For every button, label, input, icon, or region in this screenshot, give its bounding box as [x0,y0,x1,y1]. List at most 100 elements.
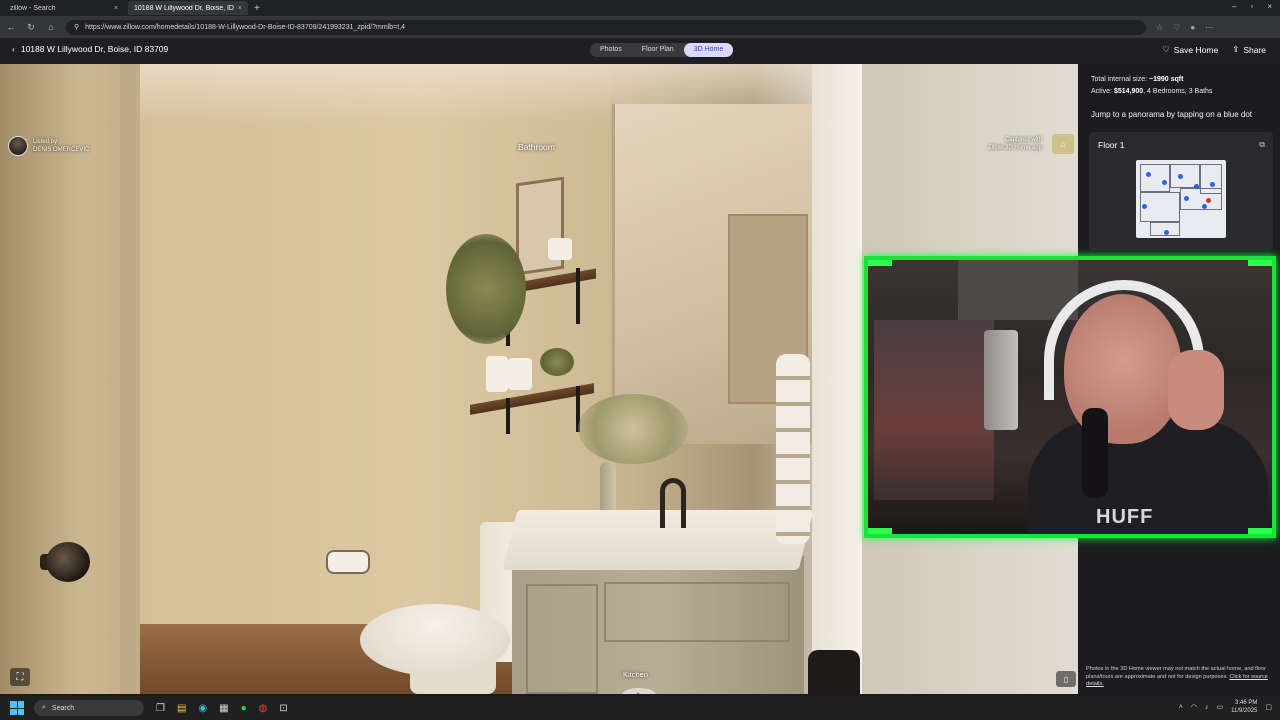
chrome-icon[interactable]: ◍ [259,703,268,714]
listing-agent[interactable]: Listed by DENIS OMERCEVIC [8,136,89,156]
hotspot-label-kitchen: Kitchen [623,670,649,679]
floor-plan-minimap[interactable] [1136,160,1226,238]
chevron-left-icon: ‹ [12,44,15,54]
panorama-dot[interactable] [1202,204,1207,209]
spotify-icon[interactable]: ● [241,703,247,714]
clock[interactable]: 3:46 PM 11/9/2025 [1231,699,1257,715]
back-arrow-icon[interactable]: ← [6,22,16,32]
wall-art [516,176,564,276]
site-info-icon[interactable]: ⚲ [74,23,79,31]
storage-jar [486,356,508,392]
candle-jar [548,238,572,260]
panorama-dot[interactable] [1146,172,1151,177]
tray-chevron-icon[interactable]: ˄ [1179,704,1183,711]
floor-title: Floor 1 [1098,140,1125,150]
pinned-apps: ❐ ▤ ◉ ▦ ● ◍ ⊡ [156,703,288,714]
tab-3d-home[interactable]: 3D Home [683,43,734,57]
browser-tab-listing[interactable]: 10188 W Lillywood Dr, Boise, ID 8... × [128,1,248,15]
home-icon[interactable]: ⌂ [46,22,56,32]
browser-tab-zillow-search[interactable]: zillow - Search × [4,1,124,15]
disclaimer: Photos in the 3D Home viewer may not mat… [1086,666,1274,689]
file-explorer-icon[interactable]: ▤ [177,703,186,714]
frame-corner [868,528,892,534]
close-window-icon[interactable]: × [1267,2,1272,11]
maximize-icon[interactable]: ▫ [1250,2,1253,11]
captured-app-name: Zillow 3D Home app [988,145,1043,151]
open-external-icon[interactable]: ⧉ [1259,140,1265,150]
frame-corner [1248,528,1272,534]
save-home-button[interactable]: ♡ Save Home [1162,44,1218,55]
shirt-text: HUFF [1096,506,1154,528]
total-size-label: Total internal size: [1091,76,1148,83]
taskbar-search[interactable]: ⌕ Search [34,700,144,716]
fullscreen-icon[interactable]: ⛶ [10,668,30,686]
vase [600,462,616,516]
light-switch-plate [808,650,860,694]
system-tray: ˄ ◠ ♪ ▭ 3:46 PM 11/9/2025 ▢ [1179,699,1272,715]
total-size-value: ~1990 sqft [1148,76,1184,83]
windows-start-icon[interactable] [10,701,24,715]
task-view-icon[interactable]: ❐ [156,703,165,714]
notifications-icon[interactable]: ▢ [1265,703,1272,711]
door-frame [812,64,862,694]
url-text: https://www.zillow.com/homedetails/10188… [85,23,406,31]
door-edge [120,64,136,694]
profile-icon[interactable]: ● [1190,23,1195,32]
webcam-overlay: HUFF [864,256,1276,538]
share-label: Share [1243,44,1266,55]
panorama-dot[interactable] [1194,184,1199,189]
microphone [1082,408,1108,498]
fp-room [1140,164,1170,192]
volume-icon[interactable]: ♪ [1205,704,1209,711]
tab-title: zillow - Search [10,4,56,12]
hand-towel [776,354,810,544]
vanity-drawer [604,582,790,642]
tab-floor-plan[interactable]: Floor Plan [632,43,684,57]
toilet-seat [360,604,510,676]
favorites-icon[interactable]: ♡ [1173,23,1180,32]
tab-title: 10188 W Lillywood Dr, Boise, ID 8... [134,4,234,12]
storage-jar [508,358,532,390]
heart-icon: ♡ [1162,44,1170,54]
listing-address: 10188 W Lillywood Dr, Boise, ID 83709 [20,44,169,54]
floor-map-card[interactable]: Floor 1 ⧉ [1089,132,1273,250]
back-to-listing-button[interactable]: ‹ 10188 W Lillywood Dr, Boise, ID 83709 [12,44,168,54]
hanging-plant [446,234,526,344]
store-icon[interactable]: ▦ [219,703,228,714]
panorama-instructions: Jump to a panorama by tapping on a blue … [1091,110,1252,119]
bathroom-door [0,64,140,694]
panorama-dot[interactable] [1184,196,1189,201]
tab-photos[interactable]: Photos [590,43,632,57]
shelf-bracket [506,398,510,434]
close-tab-icon[interactable]: × [114,5,118,12]
price: $514,900 [1113,88,1144,95]
new-tab-button[interactable]: + [254,3,260,14]
battery-icon[interactable]: ▭ [1217,703,1224,711]
address-bar[interactable]: ⚲ https://www.zillow.com/homedetails/101… [66,19,1146,35]
agent-avatar [8,136,28,156]
panorama-dot[interactable] [1210,182,1215,187]
menu-dots-icon[interactable]: ⋯ [1205,23,1213,32]
door-knob [46,542,90,582]
panorama-dot[interactable] [1164,230,1169,235]
close-tab-icon[interactable]: × [238,5,242,12]
captured-with-label: Captured with [1005,137,1043,143]
app-icon[interactable]: ⊡ [279,703,287,714]
toilet-paper-holder [326,550,370,574]
current-location-dot [1206,198,1211,203]
browser-toolbar: ← ↻ ⌂ ⚲ https://www.zillow.com/homedetai… [0,16,1280,38]
home-stats: Total internal size: ~1990 sqft Active: … [1091,74,1212,98]
edge-browser-icon[interactable]: ◉ [198,703,207,714]
reload-icon[interactable]: ↻ [26,22,36,33]
bookmark-star-icon[interactable]: ☆ [1156,23,1163,32]
vanity-door [526,584,598,694]
panorama-dot[interactable] [1162,180,1167,185]
wifi-icon[interactable]: ◠ [1191,703,1197,711]
panorama-dot[interactable] [1178,174,1183,179]
share-button[interactable]: ⇪ Share [1232,44,1266,55]
frame-corner [1248,260,1272,266]
toggle-panel-icon[interactable]: ▯ [1056,671,1076,687]
panorama-dot[interactable] [1142,204,1147,209]
shelf-bracket [576,268,580,324]
minimize-icon[interactable]: – [1232,2,1236,11]
